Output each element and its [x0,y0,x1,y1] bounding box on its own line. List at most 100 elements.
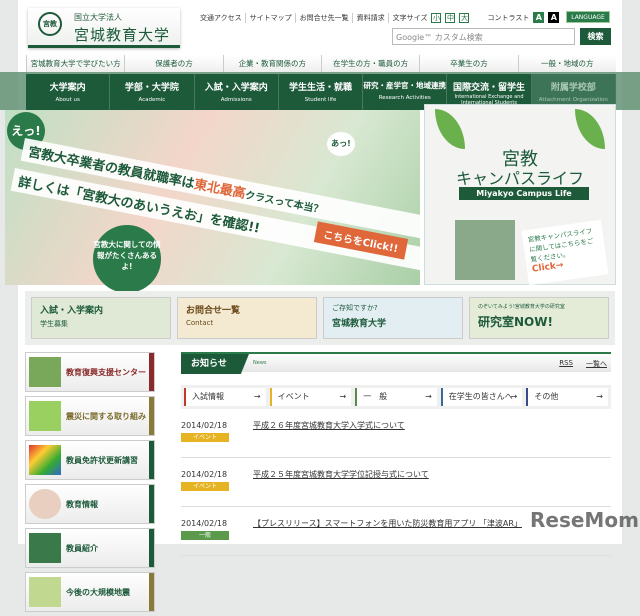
sidebar-item-license[interactable]: 教員免許状更新講習 [25,440,155,480]
hero-line1c: クラスって本当？ [244,190,324,217]
news-date: 2014/02/18 [181,519,228,528]
nav-label: 附属学校部 [550,83,596,93]
cat-students[interactable]: 在学生の皆さんへ [440,388,523,406]
nav-admissions[interactable]: 入試・入学案内 Admissions [194,74,279,110]
chevron-icon [149,485,154,523]
util-contact[interactable]: お問合せ先一覧 [300,12,353,23]
news-tag: 一般 [181,531,229,540]
sidebar-item-earthquake[interactable]: 今後の大規模地震 [25,572,155,612]
nav-label: 大学案内 [49,83,86,93]
banner-about[interactable]: ご存知ですか? 宮城教育大学 [323,297,463,339]
nav-sublabel: Student life [304,97,337,103]
utility-links: 交通アクセス サイトマップ お問合せ先一覧 資料請求 文字サイズ 小 中 大 コ… [200,12,560,23]
fontsize-label: 文字サイズ [392,13,428,22]
news-link[interactable]: 平成２５年度宮城教育大学学位記授与式について [253,469,429,480]
nav-academic[interactable]: 学部・大学院 Academic [110,74,195,110]
sidebar-item-faculty[interactable]: 教員紹介 [25,528,155,568]
character-speech: あっ! [327,132,355,156]
banner-title: ご存知ですか? [332,304,378,312]
hero-banner[interactable]: えっ! 宮教大卒業者の教員就職率は東北最高クラスって本当？ 詳しくは「宮教大のあ… [5,110,438,293]
banner-title: 研究室NOW! [478,315,553,329]
sidebar-label: 震災に関する取り組み [66,411,146,421]
nav-student-life[interactable]: 学生生活・就職 Student life [278,74,364,110]
campus-life-banner[interactable]: 宮教 キャンパスライフ Miyakyo Campus Life 宮教キャンパスラ… [424,104,616,286]
nav-label: 学部・大学院 [124,83,179,93]
news-all-link[interactable]: 一覧へ [586,359,607,369]
chevron-icon [149,441,154,479]
rss-link[interactable]: RSS [559,359,573,367]
banner-sub: 宮城教育大学 [332,319,387,329]
search-button[interactable]: 検索 [580,28,611,45]
chevron-icon [149,353,154,391]
audience-nav: 宮城教育大学で学びたい方 保護者の方 企業・教育関係の方 在学生の方・職員の方 … [26,55,616,73]
cat-general[interactable]: 一 般 [355,388,437,406]
audience-companies[interactable]: 企業・教育関係の方 [222,55,321,73]
sidebar-label: 教育復興支援センター [66,367,146,377]
thumb-image [29,577,61,607]
thumb-image [29,533,61,563]
thumb-image [29,489,61,519]
cat-event[interactable]: イベント [269,388,352,406]
banner-sub: 学生募集 [40,320,68,328]
nav-about[interactable]: 大学案内 About us [26,74,111,110]
chevron-icon [149,397,154,435]
hero-bubble: 宮教大に関しての情報がたくさんあるよ! [93,225,161,293]
campus-subtitle: キャンパスライフ [455,169,584,188]
leaf-icon [575,109,605,149]
banner-title: お問合せ一覧 [186,306,241,316]
banner-title: 入試・入学案内 [40,306,104,316]
campus-photo [455,220,515,280]
news-date: 2014/02/18 [181,470,228,479]
cat-other[interactable]: その他 [526,388,608,406]
leaf-icon [435,109,465,149]
fontsize-medium[interactable]: 中 [445,12,456,23]
util-sitemap[interactable]: サイトマップ [250,12,296,23]
audience-students-staff[interactable]: 在学生の方・職員の方 [320,55,419,73]
news-item: 2014/02/18 イベント 平成２５年度宮城教育大学学位記授与式について [181,464,611,507]
nav-label: 学生生活・就職 [288,83,352,93]
thumb-image [29,445,61,475]
news-link[interactable]: 【プレスリリース】スマートフォンを用いた防災教育用アプリ 「津波AR」 [253,518,522,529]
fontsize-large[interactable]: 大 [459,12,470,23]
sidebar-item-edu-info[interactable]: 教育情報 [25,484,155,524]
fontsize-small[interactable]: 小 [431,12,442,23]
sidebar-label: 今後の大規模地震 [66,587,130,597]
cat-admissions[interactable]: 入試情報 [184,388,266,406]
banner-sub: Contact [186,319,214,327]
sidebar-label: 教員免許状更新講習 [66,455,138,465]
news-link[interactable]: 平成２６年度宮城教育大学入学式について [253,420,405,431]
banner-lab-now[interactable]: のぞいてみよう!宮城教育大学の研究室研究室NOW! [469,297,609,339]
chevron-icon [149,529,154,567]
language-button[interactable]: LANGUAGE [566,11,610,23]
audience-public[interactable]: 一般・地域の方 [517,55,616,73]
news-item: 2014/02/18 イベント 平成２６年度宮城教育大学入学式について [181,415,611,458]
sidebar-item-reconstruction[interactable]: 教育復興支援センター [25,352,155,392]
nav-label: 国際交流・留学生 [453,83,526,93]
campus-en: Miyakyo Campus Life [459,187,589,200]
nav-sublabel: About us [55,97,80,103]
sidebar-item-disaster[interactable]: 震災に関する取り組み [25,396,155,436]
util-access[interactable]: 交通アクセス [200,12,246,23]
banner-sub: のぞいてみよう!宮城教育大学の研究室 [478,304,565,310]
banner-contact[interactable]: お問合せ一覧 Contact [177,297,317,339]
util-request[interactable]: 資料請求 [357,12,389,23]
news-tag: イベント [181,433,229,442]
search-input[interactable]: Google™ カスタム検索 [392,28,575,45]
campus-note-text: 宮教キャンパスライフに関してはこちらをご覧ください。 [527,227,594,264]
watermark: ReseMom [530,508,639,532]
banner-admissions[interactable]: 入試・入学案内 学生募集 [31,297,171,339]
seal-icon: 宮教 [38,12,62,36]
chevron-icon [149,573,154,611]
hero-line1b: 東北最高 [192,177,247,202]
campus-note: 宮教キャンパスライフに関してはこちらをご覧ください。 Click→ [521,219,609,286]
university-logo[interactable]: 宮教 国立大学法人 宮城教育大学 [28,8,180,48]
banner-row: 入試・入学案内 学生募集 お問合せ一覧 Contact ご存知ですか? 宮城教育大学 … [25,291,615,345]
audience-prospective[interactable]: 宮城教育大学で学びたい方 [26,55,124,73]
contrast-normal[interactable]: A [533,12,545,23]
nav-sublabel: Research Activities [378,95,431,101]
contrast-dark[interactable]: A [548,12,560,23]
thumb-image [29,357,61,387]
audience-parents[interactable]: 保護者の方 [124,55,222,73]
nav-sublabel: Attachment Organization [538,97,608,103]
audience-alumni[interactable]: 卒業生の方 [419,55,517,73]
